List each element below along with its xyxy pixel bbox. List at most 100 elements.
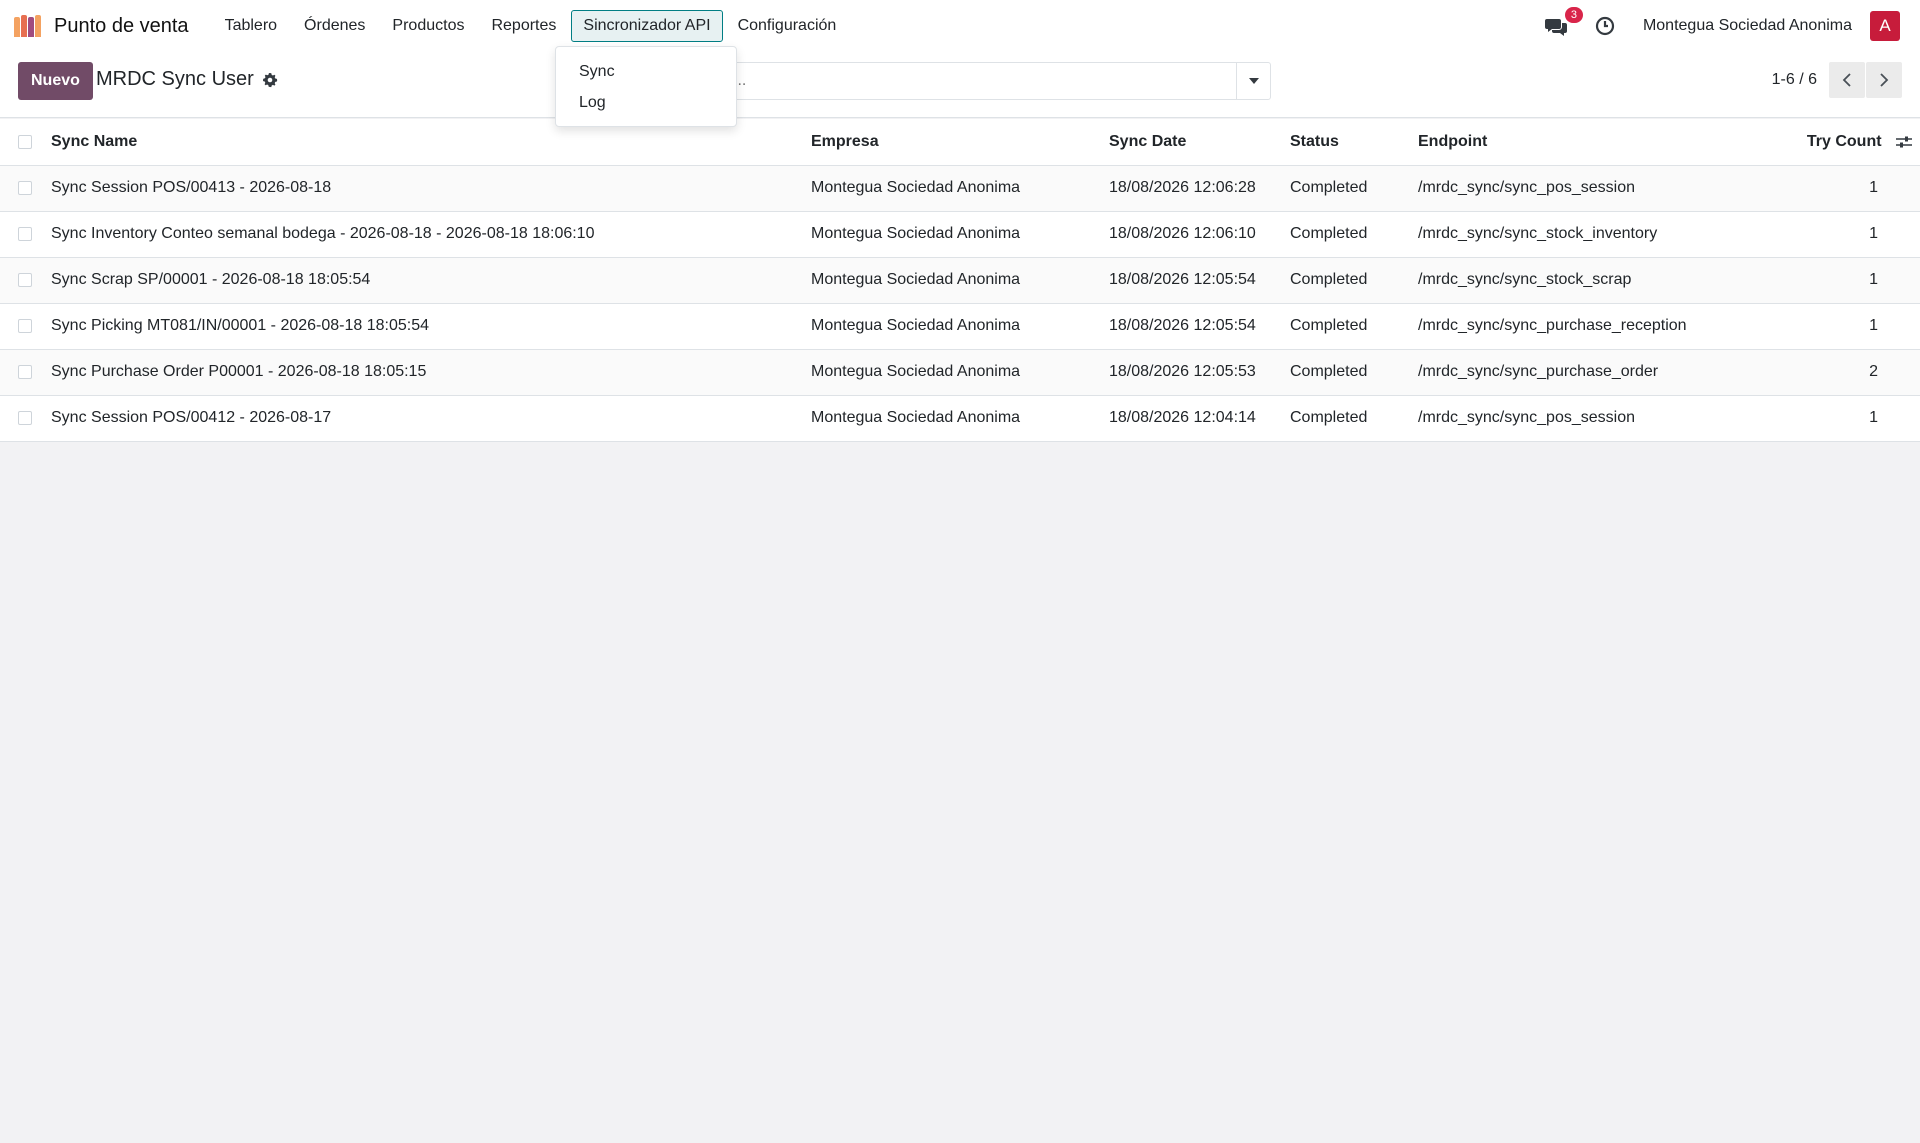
control-panel: Nuevo MRDC Sync User 1-6 / 6 (0, 52, 1920, 118)
cell-empresa: Montegua Sociedad Anonima (811, 257, 1109, 304)
dropdown-item-log[interactable]: Log (556, 90, 736, 121)
cell-sync-name: Sync Session POS/00413 - 2026-08-18 (51, 165, 811, 212)
cell-try-count: 1 (1788, 165, 1920, 212)
column-header-sync-date[interactable]: Sync Date (1109, 119, 1290, 166)
messages-button[interactable]: 3 (1543, 7, 1583, 39)
cell-empresa: Montegua Sociedad Anonima (811, 165, 1109, 212)
cell-try-count: 1 (1788, 257, 1920, 304)
sliders-icon[interactable] (1896, 135, 1912, 149)
breadcrumb: MRDC Sync User (96, 68, 278, 91)
cell-try-count: 1 (1788, 303, 1920, 350)
page-title: MRDC Sync User (96, 68, 254, 90)
cell-try-count: 1 (1788, 211, 1920, 258)
sincronizador-api-dropdown: Sync Log (555, 46, 737, 127)
cell-empresa: Montegua Sociedad Anonima (811, 395, 1109, 442)
search-options-toggle[interactable] (1236, 63, 1270, 99)
row-select-cell (0, 349, 51, 396)
new-button[interactable]: Nuevo (18, 62, 93, 100)
cell-endpoint: /mrdc_sync/sync_purchase_reception (1418, 303, 1788, 350)
cell-empresa: Montegua Sociedad Anonima (811, 349, 1109, 396)
cell-endpoint: /mrdc_sync/sync_pos_session (1418, 395, 1788, 442)
cell-endpoint: /mrdc_sync/sync_purchase_order (1418, 349, 1788, 396)
table-row[interactable]: Sync Session POS/00413 - 2026-08-18 Mont… (0, 165, 1920, 212)
row-checkbox[interactable] (18, 318, 32, 333)
column-header-status[interactable]: Status (1290, 119, 1418, 166)
menu-tablero[interactable]: Tablero (213, 10, 289, 42)
table-row[interactable]: Sync Session POS/00412 - 2026-08-17 Mont… (0, 395, 1920, 442)
notification-badge: 3 (1564, 7, 1583, 23)
menu-ordenes[interactable]: Órdenes (292, 10, 377, 42)
row-checkbox[interactable] (18, 226, 32, 241)
table-row[interactable]: Sync Inventory Conteo semanal bodega - 2… (0, 211, 1920, 258)
cell-status: Completed (1290, 303, 1418, 350)
navbar-systray: 3 Montegua Sociedad Anonima A (1543, 7, 1906, 41)
cell-empresa: Montegua Sociedad Anonima (811, 211, 1109, 258)
table-row[interactable]: Sync Scrap SP/00001 - 2026-08-18 18:05:5… (0, 257, 1920, 304)
cell-sync-name: Sync Picking MT081/IN/00001 - 2026-08-18… (51, 303, 811, 350)
row-checkbox[interactable] (18, 180, 32, 195)
column-header-endpoint[interactable]: Endpoint (1418, 119, 1788, 166)
cell-sync-date: 18/08/2026 12:06:28 (1109, 165, 1290, 212)
caret-down-icon (1248, 78, 1259, 84)
chevron-left-icon (1842, 73, 1851, 87)
row-select-cell (0, 303, 51, 350)
list-view: Sync Name Empresa Sync Date Status Endpo… (0, 119, 1920, 442)
cell-status: Completed (1290, 211, 1418, 258)
cell-empresa: Montegua Sociedad Anonima (811, 303, 1109, 350)
gear-icon[interactable] (262, 72, 278, 88)
top-navbar: Punto de venta Tablero Órdenes Productos… (0, 0, 1920, 52)
main-menu: Tablero Órdenes Productos Reportes Sincr… (213, 0, 852, 52)
row-checkbox[interactable] (18, 364, 32, 379)
cell-status: Completed (1290, 349, 1418, 396)
cell-endpoint: /mrdc_sync/sync_pos_session (1418, 165, 1788, 212)
activity-button[interactable] (1595, 16, 1615, 36)
pager-next-button[interactable] (1866, 62, 1902, 98)
app-brand[interactable]: Punto de venta (14, 15, 189, 38)
row-checkbox[interactable] (18, 272, 32, 287)
select-all-cell (0, 119, 51, 166)
pager: 1-6 / 6 (1772, 62, 1902, 98)
column-header-try-count-cell: Try Count (1788, 119, 1920, 166)
chevron-right-icon (1880, 73, 1889, 87)
clock-icon (1595, 16, 1615, 36)
cell-sync-name: Sync Session POS/00412 - 2026-08-17 (51, 395, 811, 442)
row-select-cell (0, 257, 51, 304)
cell-sync-name: Sync Inventory Conteo semanal bodega - 2… (51, 211, 811, 258)
cell-sync-date: 18/08/2026 12:05:53 (1109, 349, 1290, 396)
cell-status: Completed (1290, 165, 1418, 212)
user-avatar[interactable]: A (1870, 11, 1900, 41)
pager-previous-button[interactable] (1829, 62, 1865, 98)
chat-icon (1544, 19, 1567, 36)
table-row[interactable]: Sync Picking MT081/IN/00001 - 2026-08-18… (0, 303, 1920, 350)
column-header-try-count[interactable]: Try Count (1807, 133, 1882, 150)
menu-configuracion[interactable]: Configuración (726, 10, 849, 42)
menu-productos[interactable]: Productos (380, 10, 476, 42)
cell-status: Completed (1290, 257, 1418, 304)
menu-reportes[interactable]: Reportes (479, 10, 568, 42)
pos-logo-icon (14, 15, 44, 37)
table-row[interactable]: Sync Purchase Order P00001 - 2026-08-18 … (0, 349, 1920, 396)
cell-status: Completed (1290, 395, 1418, 442)
company-switcher[interactable]: Montegua Sociedad Anonima (1643, 17, 1852, 35)
row-select-cell (0, 211, 51, 258)
cell-sync-date: 18/08/2026 12:04:14 (1109, 395, 1290, 442)
row-checkbox[interactable] (18, 410, 32, 425)
cell-try-count: 2 (1788, 349, 1920, 396)
menu-sincronizador-api[interactable]: Sincronizador API (571, 10, 723, 42)
cell-sync-date: 18/08/2026 12:05:54 (1109, 303, 1290, 350)
select-all-checkbox[interactable] (18, 134, 32, 149)
table-header-row: Sync Name Empresa Sync Date Status Endpo… (0, 119, 1920, 166)
row-select-cell (0, 165, 51, 212)
cell-sync-date: 18/08/2026 12:05:54 (1109, 257, 1290, 304)
dropdown-item-sync[interactable]: Sync (556, 59, 736, 90)
column-header-empresa[interactable]: Empresa (811, 119, 1109, 166)
cell-endpoint: /mrdc_sync/sync_stock_scrap (1418, 257, 1788, 304)
cell-sync-name: Sync Purchase Order P00001 - 2026-08-18 … (51, 349, 811, 396)
app-name: Punto de venta (54, 14, 189, 37)
pager-value[interactable]: 1-6 / 6 (1772, 71, 1817, 89)
row-select-cell (0, 395, 51, 442)
cell-sync-name: Sync Scrap SP/00001 - 2026-08-18 18:05:5… (51, 257, 811, 304)
cell-sync-date: 18/08/2026 12:06:10 (1109, 211, 1290, 258)
cell-endpoint: /mrdc_sync/sync_stock_inventory (1418, 211, 1788, 258)
sync-table: Sync Name Empresa Sync Date Status Endpo… (0, 119, 1920, 442)
